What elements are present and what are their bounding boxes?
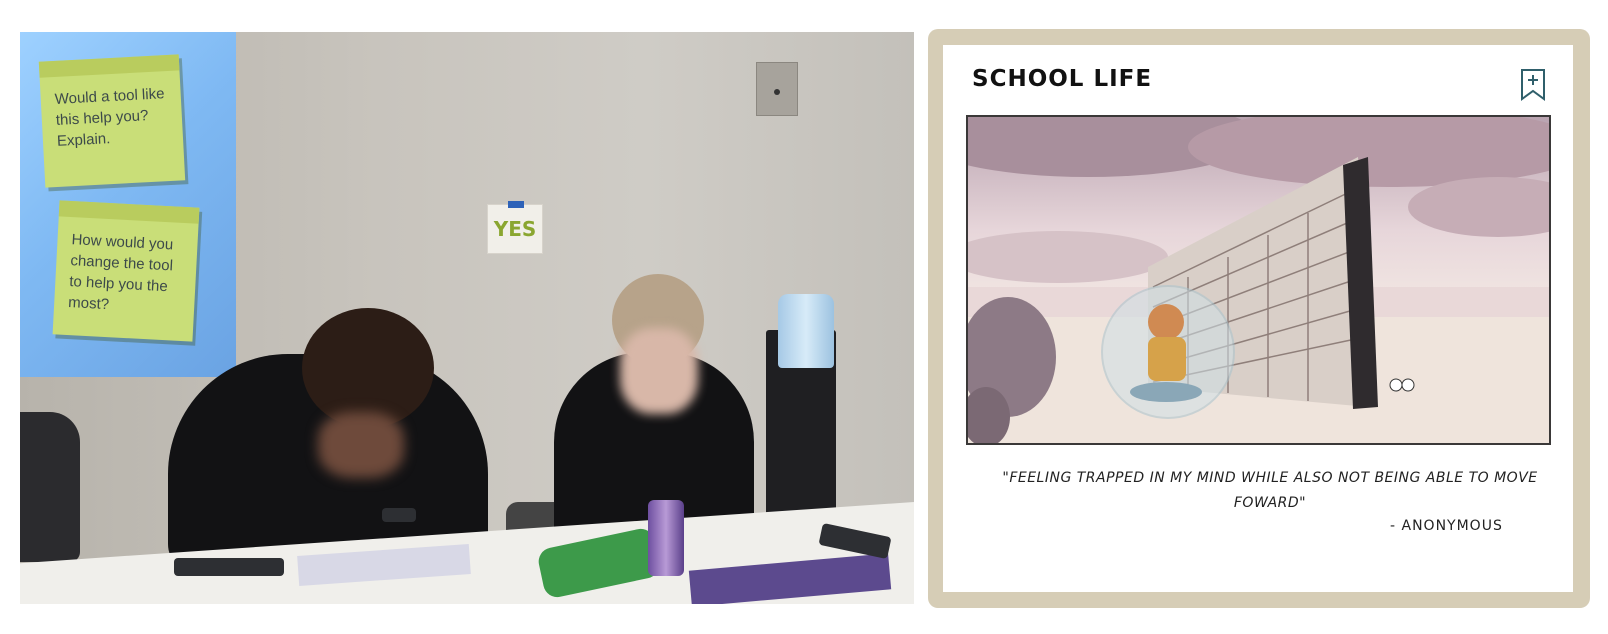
phone-on-table — [174, 558, 284, 576]
story-illustration — [966, 115, 1551, 445]
quote-author: - ANONYMOUS — [1390, 518, 1503, 534]
card-title: SCHOOL LIFE — [972, 66, 1153, 92]
sticky-note-question-1: Would a tool like this help you? Explain… — [38, 54, 186, 188]
yes-sign: YES — [487, 201, 543, 254]
phone-in-hand — [382, 508, 416, 522]
projected-slide: Would a tool like this help you? Explain… — [20, 32, 236, 377]
student-right-face-blurred — [620, 328, 698, 414]
water-bottle — [778, 294, 834, 368]
illustration-scene — [968, 117, 1549, 443]
wall-speaker — [756, 62, 798, 116]
chair-left — [20, 412, 80, 562]
student-left-hair — [302, 308, 434, 428]
classroom-photo: Would a tool like this help you? Explain… — [20, 32, 914, 604]
sticky-note-question-2: How would you change the tool to help yo… — [52, 200, 200, 342]
story-quote: "Feeling trapped in my mind while also n… — [1002, 470, 1538, 511]
bookmark-plus-icon[interactable] — [1520, 69, 1546, 101]
soda-can — [648, 500, 684, 576]
student-left-face-blurred — [318, 412, 404, 478]
